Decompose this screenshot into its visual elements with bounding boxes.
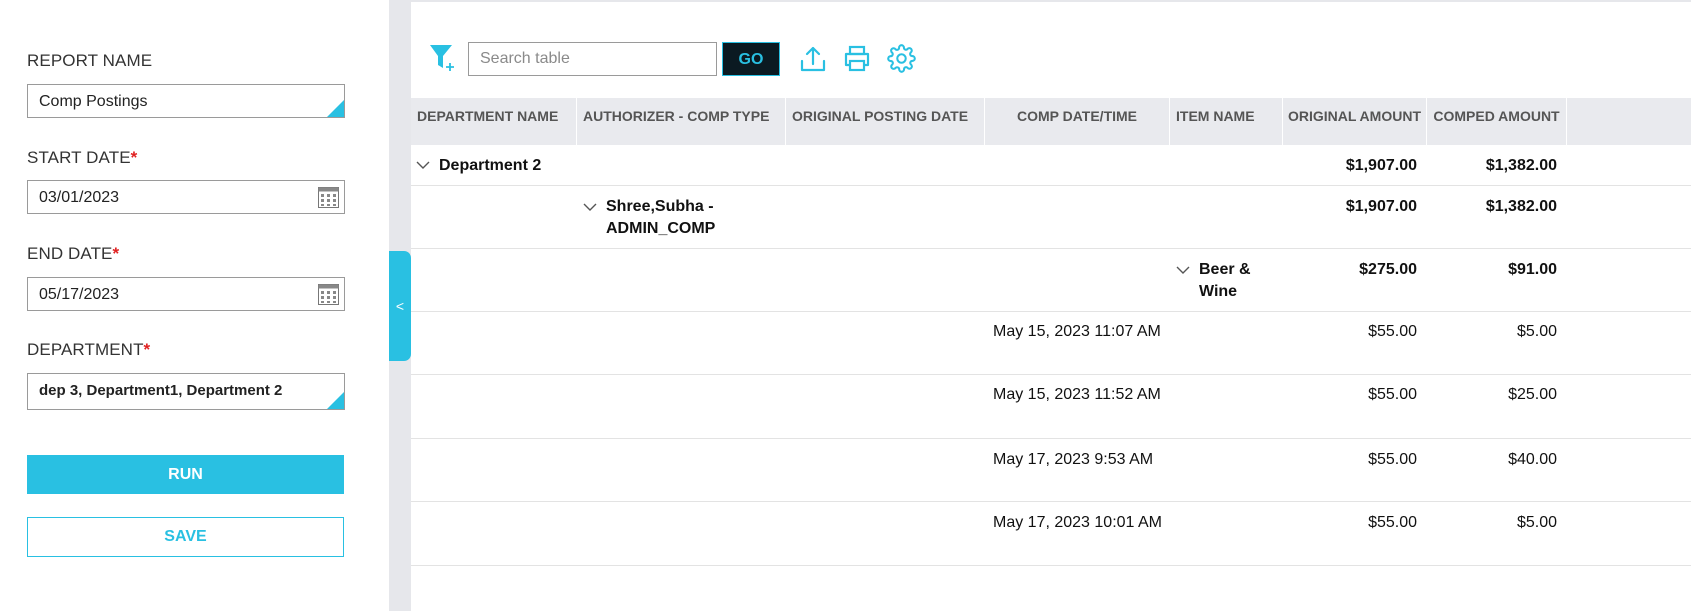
start-date-label: START DATE* [27, 148, 138, 167]
table-row[interactable]: May 17, 2023 10:01 AM $55.00 $5.00 [411, 502, 1691, 566]
settings-icon[interactable] [887, 44, 916, 73]
comped-amount: $1,382.00 [1485, 157, 1557, 174]
comp-datetime: May 15, 2023 11:07 AM [993, 323, 1161, 340]
col-original-amount[interactable]: ORIGINAL AMOUNT [1283, 98, 1427, 145]
collapse-panel-button[interactable]: < [389, 251, 411, 361]
comped-amount: $5.00 [1516, 514, 1557, 531]
col-authorizer-comp-type[interactable]: AUTHORIZER - COMP TYPE [577, 98, 786, 145]
department-value: dep 3, Department1, Department 2 [39, 382, 283, 399]
original-amount: $55.00 [1368, 514, 1417, 531]
comp-datetime: May 15, 2023 11:52 AM [993, 386, 1161, 403]
report-name-field[interactable]: Comp Postings [27, 84, 345, 118]
start-date-value: 03/01/2023 [39, 189, 120, 206]
resize-handle-icon [327, 392, 344, 409]
required-asterisk: * [130, 148, 138, 167]
item-name: Beer & Wine [1199, 259, 1251, 303]
original-amount: $55.00 [1368, 323, 1417, 340]
comped-amount: $25.00 [1508, 386, 1557, 403]
group-row-authorizer[interactable]: Shree,Subha - ADMIN_COMP $1,907.00 $1,38… [411, 186, 1691, 249]
calendar-icon[interactable] [318, 187, 339, 208]
comp-datetime: May 17, 2023 10:01 AM [993, 514, 1162, 531]
chevron-down-icon[interactable] [416, 160, 430, 170]
col-item-name[interactable]: ITEM NAME [1170, 98, 1283, 145]
authorizer-name: Shree,Subha - ADMIN_COMP [606, 196, 715, 240]
authorizer-name-line2: ADMIN_COMP [606, 220, 716, 237]
authorizer-name-line1: Shree,Subha - [606, 198, 714, 215]
end-date-value: 05/17/2023 [39, 286, 120, 303]
department-label: DEPARTMENT* [27, 340, 151, 359]
filter-add-icon[interactable] [428, 43, 456, 73]
resize-handle-icon [327, 100, 344, 117]
department-name: Department 2 [439, 157, 542, 174]
required-asterisk: * [112, 244, 120, 263]
table-row[interactable]: May 15, 2023 11:07 AM $55.00 $5.00 [411, 312, 1691, 375]
col-original-posting-date[interactable]: ORIGINAL POSTING DATE [786, 98, 985, 145]
table-row[interactable]: May 15, 2023 11:52 AM $55.00 $25.00 [411, 375, 1691, 439]
required-asterisk: * [143, 340, 151, 359]
report-name-label: REPORT NAME [27, 51, 153, 70]
original-amount: $1,907.00 [1345, 198, 1417, 215]
original-amount: $275.00 [1359, 261, 1417, 278]
comp-datetime: May 17, 2023 9:53 AM [993, 451, 1154, 468]
comped-amount: $40.00 [1508, 451, 1557, 468]
report-name-value: Comp Postings [39, 93, 148, 110]
run-button[interactable]: RUN [27, 455, 344, 494]
group-row-item[interactable]: Beer & Wine $275.00 $91.00 [411, 249, 1691, 312]
chevron-down-icon[interactable] [583, 202, 597, 212]
start-date-field[interactable]: 03/01/2023 [27, 180, 345, 214]
item-name-line2: Wine [1199, 283, 1238, 300]
end-date-field[interactable]: 05/17/2023 [27, 277, 345, 311]
go-button[interactable]: GO [722, 42, 780, 76]
save-button[interactable]: SAVE [27, 517, 344, 557]
col-comp-datetime[interactable]: COMP DATE/TIME [985, 98, 1170, 145]
report-parameters-panel: REPORT NAME Comp Postings START DATE* 03… [0, 0, 390, 611]
original-amount: $55.00 [1368, 386, 1417, 403]
chevron-down-icon[interactable] [1176, 265, 1190, 275]
comped-amount: $5.00 [1516, 323, 1557, 340]
search-input[interactable] [468, 42, 717, 76]
export-icon[interactable] [800, 45, 826, 73]
print-icon[interactable] [843, 45, 871, 73]
table-row[interactable]: May 17, 2023 9:53 AM $55.00 $40.00 [411, 439, 1691, 502]
department-select[interactable]: dep 3, Department1, Department 2 [27, 373, 345, 410]
calendar-icon[interactable] [318, 284, 339, 305]
comped-amount: $91.00 [1508, 261, 1557, 278]
comped-amount: $1,382.00 [1485, 198, 1557, 215]
original-amount: $55.00 [1368, 451, 1417, 468]
top-divider [389, 0, 1691, 2]
table-header: DEPARTMENT NAME AUTHORIZER - COMP TYPE O… [411, 98, 1691, 145]
original-amount: $1,907.00 [1345, 157, 1417, 174]
col-department-name[interactable]: DEPARTMENT NAME [411, 98, 577, 145]
end-date-label: END DATE* [27, 244, 120, 263]
group-row-department[interactable]: Department 2 $1,907.00 $1,382.00 [411, 145, 1691, 186]
item-name-line1: Beer & [1199, 261, 1251, 278]
col-comped-amount[interactable]: COMPED AMOUNT [1427, 98, 1567, 145]
